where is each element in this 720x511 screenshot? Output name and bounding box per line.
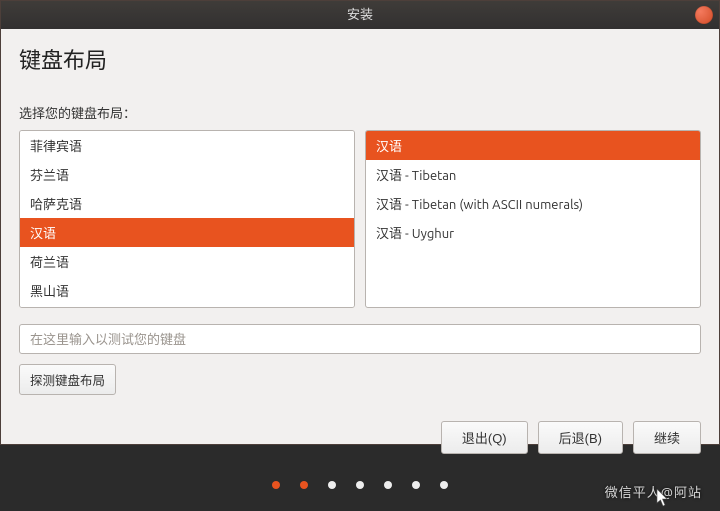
keyboard-test-input[interactable] [19, 324, 701, 354]
list-item[interactable]: 菲律宾语 [20, 131, 354, 160]
variant-list[interactable]: 汉语汉语 - Tibetan汉语 - Tibetan (with ASCII n… [365, 130, 701, 308]
progress-dot [356, 481, 364, 489]
content-area: 键盘布局 选择您的键盘布局： 菲律宾语芬兰语哈萨克语汉语荷兰语黑山语捷克 汉语汉… [1, 29, 719, 466]
footer-buttons: 退出(Q) 后退(B) 继续 [19, 421, 701, 454]
progress-dot [440, 481, 448, 489]
list-item[interactable]: 汉语 [366, 131, 700, 160]
layout-lists: 菲律宾语芬兰语哈萨克语汉语荷兰语黑山语捷克 汉语汉语 - Tibetan汉语 -… [19, 130, 701, 308]
progress-dot [272, 481, 280, 489]
list-item[interactable]: 黑山语 [20, 276, 354, 305]
list-item[interactable]: 捷克 [20, 305, 354, 308]
close-icon[interactable] [695, 6, 713, 24]
list-item[interactable]: 汉语 - Uyghur [366, 218, 700, 247]
progress-dot [328, 481, 336, 489]
quit-button[interactable]: 退出(Q) [441, 421, 528, 454]
progress-dot [384, 481, 392, 489]
cursor-icon [656, 489, 670, 507]
list-item[interactable]: 芬兰语 [20, 160, 354, 189]
language-list[interactable]: 菲律宾语芬兰语哈萨克语汉语荷兰语黑山语捷克 [19, 130, 355, 308]
progress-dot [412, 481, 420, 489]
list-item[interactable]: 汉语 - Tibetan (with ASCII numerals) [366, 189, 700, 218]
window-title: 安装 [347, 8, 373, 22]
titlebar: 安装 [1, 1, 719, 29]
list-item[interactable]: 哈萨克语 [20, 189, 354, 218]
installer-window: 安装 键盘布局 选择您的键盘布局： 菲律宾语芬兰语哈萨克语汉语荷兰语黑山语捷克 … [0, 0, 720, 445]
detect-layout-button[interactable]: 探测键盘布局 [19, 364, 116, 395]
list-item[interactable]: 荷兰语 [20, 247, 354, 276]
list-item[interactable]: 汉语 [20, 218, 354, 247]
choose-layout-label: 选择您的键盘布局： [19, 103, 701, 122]
page-title: 键盘布局 [19, 43, 701, 75]
list-item[interactable]: 汉语 - Tibetan [366, 160, 700, 189]
continue-button[interactable]: 继续 [633, 421, 701, 454]
progress-dot [300, 481, 308, 489]
back-button[interactable]: 后退(B) [538, 421, 623, 454]
watermark-text: 微信平人@阿站 [605, 482, 702, 501]
